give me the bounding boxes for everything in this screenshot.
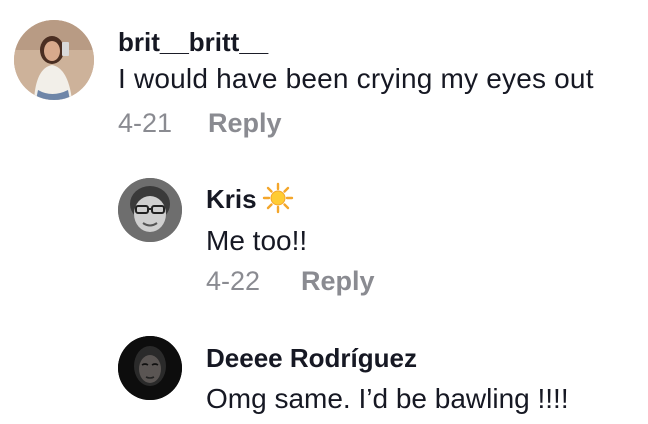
comment-text: I would have been crying my eyes out	[118, 63, 594, 94]
reply-button[interactable]: Reply	[301, 266, 375, 297]
avatar-photo	[118, 336, 182, 400]
sun-icon	[262, 182, 294, 214]
avatar-photo	[14, 20, 94, 100]
comment-text: Me too!!	[206, 225, 308, 256]
reply-button[interactable]: Reply	[208, 108, 282, 139]
comment-username[interactable]: brit__britt__	[118, 27, 268, 58]
comment-username[interactable]: Deeee Rodríguez	[206, 343, 417, 374]
avatar[interactable]	[118, 336, 182, 400]
avatar[interactable]	[14, 20, 94, 100]
avatar[interactable]	[118, 178, 182, 242]
comment-date: 4-22	[206, 266, 261, 296]
comment-date: 4-21	[118, 108, 173, 138]
avatar-photo	[118, 178, 182, 242]
comment-username[interactable]: Kris	[206, 184, 257, 215]
comment-text: Omg same. I’d be bawling !!!!	[206, 383, 569, 414]
